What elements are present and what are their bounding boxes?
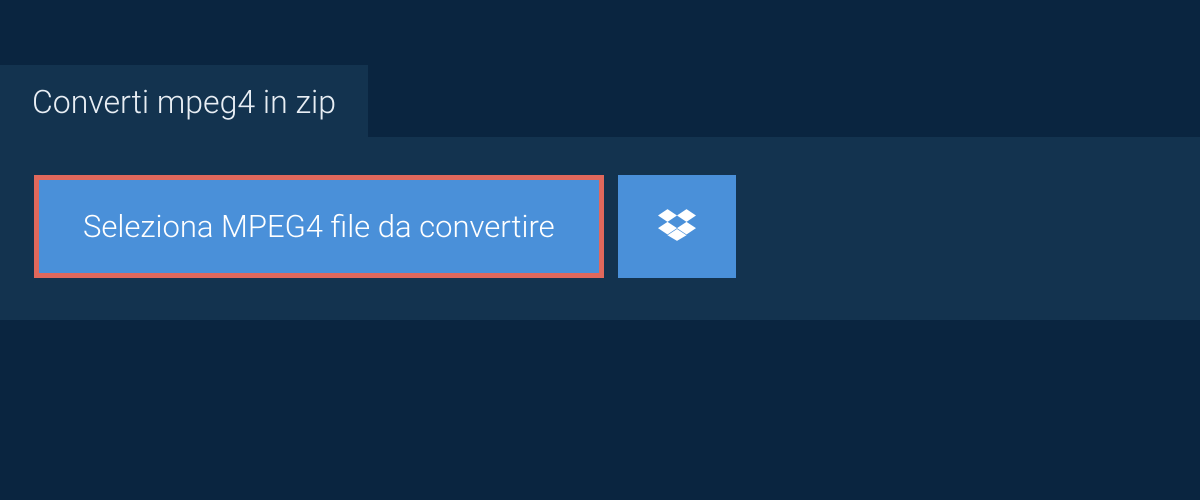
dropbox-icon: [658, 206, 696, 248]
dropbox-button[interactable]: [618, 175, 736, 278]
convert-panel: Seleziona MPEG4 file da convertire: [0, 137, 1200, 320]
select-file-label: Seleziona MPEG4 file da convertire: [83, 208, 555, 245]
button-row: Seleziona MPEG4 file da convertire: [34, 175, 1166, 278]
select-file-button[interactable]: Seleziona MPEG4 file da convertire: [34, 175, 604, 278]
tab-convert[interactable]: Converti mpeg4 in zip: [0, 65, 368, 139]
